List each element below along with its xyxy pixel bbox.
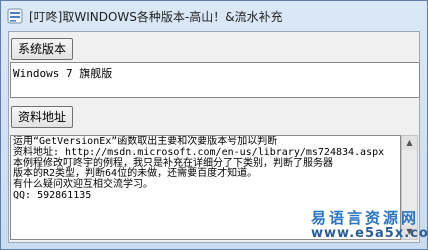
watermark-url: www.e5a5x.com bbox=[311, 226, 428, 241]
title-bar: [叮咚]取WINDOWS各种版本-高山！&流水补充 bbox=[1, 1, 427, 31]
info-line: QQ: 592861135 bbox=[13, 189, 92, 201]
reference-link-button[interactable]: 资料地址 bbox=[11, 106, 74, 128]
info-line: 资料地址: http://msdn.microsoft.com/en-us/li… bbox=[13, 146, 385, 158]
system-version-button[interactable]: 系统版本 bbox=[11, 38, 74, 60]
watermark-name: 易语言资源网 bbox=[311, 209, 420, 227]
watermark: 易语言资源网 www.e5a5x.com bbox=[303, 207, 428, 245]
version-output-text: Windows 7 旗舰版 bbox=[13, 67, 113, 80]
app-window: [叮咚]取WINDOWS各种版本-高山！&流水补充 系统版本 Windows 7… bbox=[0, 0, 428, 250]
scroll-up-arrow-icon[interactable]: ▲ bbox=[402, 136, 417, 150]
window-title: [叮咚]取WINDOWS各种版本-高山！&流水补充 bbox=[29, 10, 283, 24]
app-icon bbox=[7, 8, 23, 24]
version-output-field[interactable]: Windows 7 旗舰版 bbox=[10, 62, 420, 98]
